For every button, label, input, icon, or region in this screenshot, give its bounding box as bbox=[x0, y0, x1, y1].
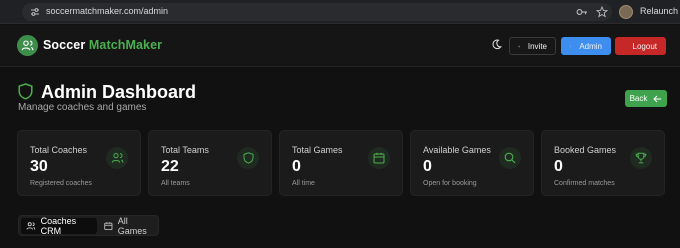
address-bar[interactable]: soccermatchmaker.com/admin bbox=[22, 3, 612, 21]
logo[interactable] bbox=[17, 35, 38, 56]
admin-tabs: Coaches CRM All Games bbox=[18, 215, 159, 236]
page-title: Admin Dashboard bbox=[41, 82, 197, 102]
stat-label: Available Games bbox=[423, 145, 491, 155]
invite-button[interactable]: Invite bbox=[509, 37, 556, 55]
admin-button[interactable]: Admin bbox=[561, 37, 611, 55]
brand-name[interactable]: Soccer MatchMaker bbox=[43, 38, 162, 52]
users-icon bbox=[26, 222, 36, 230]
stat-label: Total Coaches bbox=[30, 145, 88, 155]
relaunch-button[interactable]: Relaunch to bbox=[640, 6, 680, 16]
shield-icon bbox=[18, 83, 33, 100]
password-key-icon[interactable] bbox=[576, 7, 588, 17]
invite-label: Invite bbox=[527, 41, 547, 51]
stat-card-booked-games: Booked Games 0 Confirmed matches bbox=[541, 130, 665, 196]
shield-icon bbox=[570, 45, 572, 47]
tab-coaches-crm[interactable]: Coaches CRM bbox=[21, 216, 97, 236]
users-icon bbox=[21, 40, 34, 51]
page-subtitle: Manage coaches and games bbox=[18, 102, 147, 113]
stat-value: 22 bbox=[161, 158, 179, 175]
logout-button[interactable]: Logout bbox=[615, 37, 666, 55]
arrow-left-icon bbox=[653, 95, 662, 102]
stat-label: Total Teams bbox=[161, 145, 209, 155]
stat-subtext: Confirmed matches bbox=[554, 180, 615, 187]
stat-value: 0 bbox=[292, 158, 301, 175]
stat-value: 0 bbox=[554, 158, 563, 175]
stat-card-total-coaches: Total Coaches 30 Registered coaches bbox=[17, 130, 141, 196]
stat-card-total-games: Total Games 0 All time bbox=[279, 130, 403, 196]
stat-subtext: All teams bbox=[161, 180, 190, 187]
stat-value: 0 bbox=[423, 158, 432, 175]
bookmark-star-icon[interactable] bbox=[596, 6, 608, 18]
share-icon bbox=[518, 45, 520, 47]
admin-label: Admin bbox=[579, 41, 602, 51]
tab-label: Coaches CRM bbox=[40, 216, 77, 236]
stat-subtext: All time bbox=[292, 180, 315, 187]
back-button[interactable]: Back bbox=[625, 90, 667, 107]
stat-subtext: Registered coaches bbox=[30, 180, 92, 187]
stat-subtext: Open for booking bbox=[423, 180, 477, 187]
tab-all-games[interactable]: All Games bbox=[99, 216, 159, 236]
tab-label: All Games bbox=[117, 216, 147, 236]
browser-toolbar: soccermatchmaker.com/admin Relaunch to bbox=[0, 0, 680, 24]
stat-value: 30 bbox=[30, 158, 48, 175]
site-settings-icon[interactable] bbox=[30, 7, 40, 17]
stat-card-total-teams: Total Teams 22 All teams bbox=[148, 130, 272, 196]
shield-icon bbox=[237, 147, 259, 169]
brand-name-part2: MatchMaker bbox=[88, 38, 163, 52]
stat-card-available-games: Available Games 0 Open for booking bbox=[410, 130, 534, 196]
trophy-icon bbox=[630, 147, 652, 169]
stat-label: Booked Games bbox=[554, 145, 617, 155]
calendar-icon bbox=[104, 222, 113, 231]
theme-toggle-moon-icon[interactable] bbox=[491, 39, 502, 50]
users-icon bbox=[106, 147, 128, 169]
calendar-icon bbox=[368, 147, 390, 169]
app-header: Soccer MatchMaker Invite Admin Logout bbox=[0, 25, 680, 67]
profile-avatar[interactable] bbox=[619, 5, 633, 19]
stat-label: Total Games bbox=[292, 145, 343, 155]
back-label: Back bbox=[629, 94, 648, 103]
logout-icon bbox=[624, 45, 625, 47]
search-icon bbox=[499, 147, 521, 169]
brand-name-part1: Soccer bbox=[43, 38, 86, 52]
url-text[interactable]: soccermatchmaker.com/admin bbox=[46, 6, 168, 16]
logout-label: Logout bbox=[632, 41, 657, 51]
